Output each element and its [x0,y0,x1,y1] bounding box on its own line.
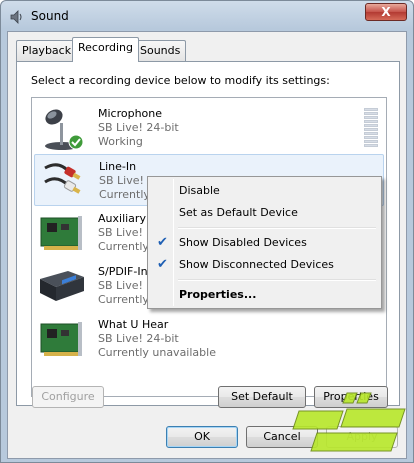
device-name: What U Hear [98,318,169,331]
watermark-logo [292,392,406,452]
menu-item-disable[interactable]: Disable [150,180,379,202]
menu-separator [178,279,376,281]
device-status: Currently unavailable [98,346,216,359]
level-meter [364,108,378,148]
checkmark-icon: ✔ [157,257,168,272]
rca-cable-icon [44,163,81,194]
device-status: Working [98,135,143,148]
context-menu: Disable Set as Default Device ✔ Show Dis… [147,176,382,309]
device-status: Currently [98,240,149,253]
spdif-box-icon [40,271,84,301]
ok-button[interactable]: OK [166,426,238,448]
device-name: Line-In [99,160,137,173]
device-name: Auxiliary [98,212,146,225]
menu-item-label: Set as Default Device [179,206,298,219]
menu-item-label: Show Disabled Devices [179,236,307,249]
device-driver: SB Live! 24-bit [98,121,179,134]
tab-sounds[interactable]: Sounds [134,40,187,61]
window-title: Sound [31,9,69,23]
device-driver: SB Live! 24-bit [98,332,179,345]
menu-item-properties[interactable]: Properties... [150,284,379,306]
sound-dialog: Sound X Playback Recording Sounds Select… [0,0,414,463]
tab-recording[interactable]: Recording [72,37,140,62]
menu-item-label: Properties... [179,288,257,301]
close-button[interactable]: X [365,3,407,21]
device-name: Microphone [98,107,163,120]
device-status: Currently [98,293,149,306]
instruction-text: Select a recording device below to modif… [31,74,330,87]
device-what-u-hear[interactable]: What U Hear SB Live! 24-bit Currently un… [34,313,384,365]
device-status: Currently [99,188,150,201]
menu-separator [178,227,376,229]
sound-card-icon [40,322,82,356]
device-microphone[interactable]: Microphone SB Live! 24-bit Working [34,102,384,154]
tab-playback[interactable]: Playback [16,40,78,61]
sound-card-icon [40,216,82,250]
menu-item-set-default[interactable]: Set as Default Device [150,202,379,224]
microphone-icon [45,109,84,150]
menu-item-show-disconnected[interactable]: ✔ Show Disconnected Devices [150,254,379,276]
menu-item-label: Disable [179,184,220,197]
configure-button[interactable]: Configure [32,386,104,408]
menu-item-label: Show Disconnected Devices [179,258,334,271]
speaker-icon [10,10,22,24]
checkmark-icon: ✔ [157,235,168,250]
device-name: S/PDIF-In [98,265,148,278]
menu-item-show-disabled[interactable]: ✔ Show Disabled Devices [150,232,379,254]
title-bar[interactable]: Sound X [1,1,413,31]
